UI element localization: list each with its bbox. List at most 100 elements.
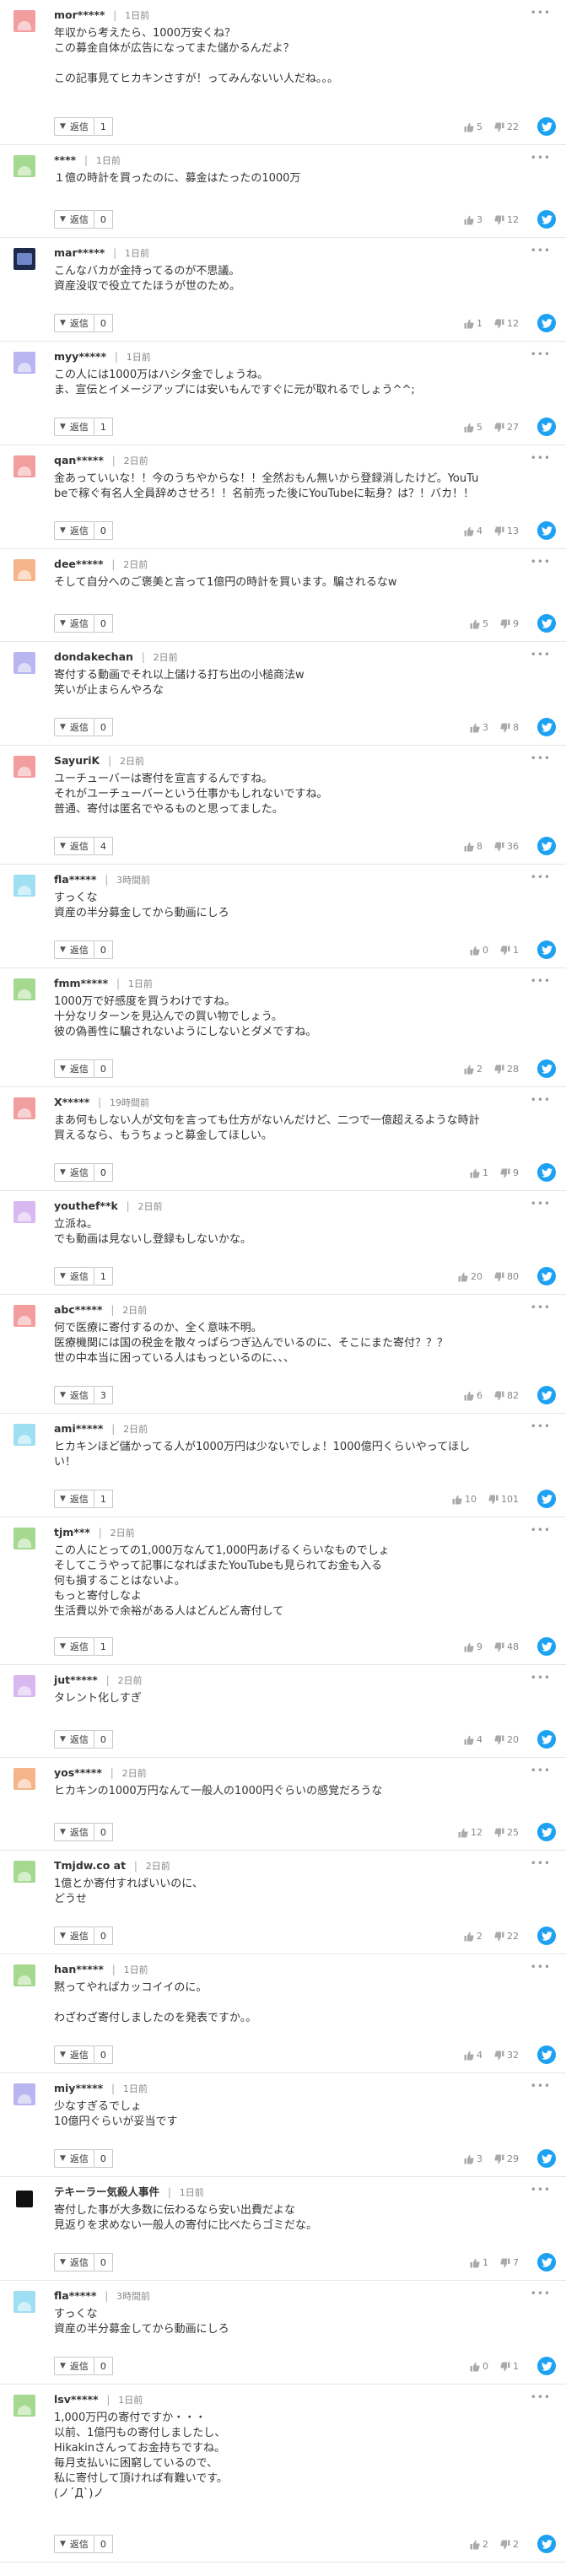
twitter-share-button[interactable]: [537, 614, 556, 633]
more-options-icon[interactable]: •••: [531, 245, 551, 256]
dislike-button[interactable]: 48: [494, 1641, 519, 1652]
reply-button[interactable]: ▼ 返信: [54, 314, 94, 332]
like-button[interactable]: 1: [470, 2257, 488, 2268]
twitter-share-button[interactable]: [537, 1637, 556, 1656]
more-options-icon[interactable]: •••: [531, 871, 551, 883]
more-options-icon[interactable]: •••: [531, 556, 551, 568]
like-button[interactable]: 5: [470, 618, 488, 629]
reply-button[interactable]: ▼ 返信: [54, 117, 94, 136]
more-options-icon[interactable]: •••: [531, 7, 551, 19]
username[interactable]: yos*****: [54, 1766, 102, 1779]
username[interactable]: fla*****: [54, 2289, 96, 2302]
more-options-icon[interactable]: •••: [531, 1198, 551, 1210]
dislike-button[interactable]: 20: [494, 1734, 519, 1745]
username[interactable]: ****: [54, 154, 76, 166]
username[interactable]: lsv*****: [54, 2393, 99, 2406]
username[interactable]: ami*****: [54, 1422, 103, 1435]
twitter-share-button[interactable]: [537, 837, 556, 855]
like-button[interactable]: 1: [464, 318, 482, 329]
more-options-icon[interactable]: •••: [531, 1524, 551, 1536]
user-avatar[interactable]: [13, 352, 35, 374]
username[interactable]: jut*****: [54, 1673, 98, 1686]
twitter-share-button[interactable]: [537, 2149, 556, 2168]
reply-button[interactable]: ▼ 返信: [54, 940, 94, 959]
user-avatar[interactable]: [13, 1861, 35, 1883]
dislike-button[interactable]: 29: [494, 2153, 519, 2164]
username[interactable]: youthef**k: [54, 1199, 118, 1212]
more-options-icon[interactable]: •••: [531, 1672, 551, 1684]
more-options-icon[interactable]: •••: [531, 1420, 551, 1432]
dislike-button[interactable]: 2: [500, 2539, 519, 2550]
username[interactable]: qan*****: [54, 454, 104, 466]
more-options-icon[interactable]: •••: [531, 1961, 551, 1973]
more-options-icon[interactable]: •••: [531, 649, 551, 660]
more-options-icon[interactable]: •••: [531, 1857, 551, 1869]
dislike-button[interactable]: 32: [494, 2050, 519, 2061]
twitter-share-button[interactable]: [537, 1927, 556, 1945]
like-button[interactable]: 10: [452, 1494, 477, 1505]
more-options-icon[interactable]: •••: [531, 348, 551, 360]
username[interactable]: myy*****: [54, 350, 106, 363]
like-button[interactable]: 0: [470, 945, 488, 956]
like-button[interactable]: 20: [458, 1271, 482, 1282]
reply-button[interactable]: ▼ 返信: [54, 2149, 94, 2168]
username[interactable]: fla*****: [54, 873, 96, 886]
twitter-share-button[interactable]: [537, 1386, 556, 1404]
user-avatar[interactable]: [16, 2191, 33, 2207]
username[interactable]: fmm*****: [54, 977, 108, 989]
user-avatar[interactable]: [13, 1768, 35, 1790]
username[interactable]: Tmjdw.co at: [54, 1859, 126, 1872]
user-avatar[interactable]: [13, 248, 35, 270]
twitter-share-button[interactable]: [537, 2253, 556, 2272]
user-avatar[interactable]: [13, 155, 35, 177]
dislike-button[interactable]: 12: [494, 318, 519, 329]
user-avatar[interactable]: [13, 2395, 35, 2417]
reply-button[interactable]: ▼ 返信: [54, 2045, 94, 2064]
like-button[interactable]: 4: [464, 2050, 482, 2061]
dislike-button[interactable]: 36: [494, 841, 519, 852]
reply-button[interactable]: ▼ 返信: [54, 614, 94, 633]
user-avatar[interactable]: [13, 756, 35, 778]
user-avatar[interactable]: [13, 455, 35, 477]
reply-button[interactable]: ▼ 返信: [54, 718, 94, 736]
dislike-button[interactable]: 8: [500, 722, 519, 733]
dislike-button[interactable]: 7: [500, 2257, 519, 2268]
reply-button[interactable]: ▼ 返信: [54, 837, 94, 855]
user-avatar[interactable]: [13, 1097, 35, 1119]
like-button[interactable]: 3: [470, 722, 488, 733]
dislike-button[interactable]: 13: [494, 525, 519, 536]
dislike-button[interactable]: 9: [500, 618, 519, 629]
user-avatar[interactable]: [13, 1528, 35, 1549]
dislike-button[interactable]: 1: [500, 2361, 519, 2372]
reply-button[interactable]: ▼ 返信: [54, 2357, 94, 2375]
dislike-button[interactable]: 9: [500, 1167, 519, 1178]
user-avatar[interactable]: [13, 10, 35, 32]
like-button[interactable]: 0: [470, 2361, 488, 2372]
like-button[interactable]: 8: [464, 841, 482, 852]
like-button[interactable]: 2: [464, 1064, 482, 1075]
twitter-share-button[interactable]: [537, 1267, 556, 1285]
username[interactable]: テキーラー気殺人事件: [54, 2185, 159, 2198]
more-options-icon[interactable]: •••: [531, 975, 551, 987]
reply-button[interactable]: ▼ 返信: [54, 2535, 94, 2553]
user-avatar[interactable]: [13, 2291, 35, 2313]
dislike-button[interactable]: 101: [488, 1494, 519, 1505]
like-button[interactable]: 9: [464, 1641, 482, 1652]
dislike-button[interactable]: 22: [494, 1931, 519, 1942]
like-button[interactable]: 5: [464, 121, 482, 132]
twitter-share-button[interactable]: [537, 718, 556, 736]
twitter-share-button[interactable]: [537, 940, 556, 959]
twitter-share-button[interactable]: [537, 2045, 556, 2064]
user-avatar[interactable]: [13, 1964, 35, 1986]
username[interactable]: mor*****: [54, 8, 105, 21]
twitter-share-button[interactable]: [537, 117, 556, 136]
user-avatar[interactable]: [13, 1424, 35, 1446]
like-button[interactable]: 1: [470, 1167, 488, 1178]
twitter-share-button[interactable]: [537, 418, 556, 436]
reply-button[interactable]: ▼ 返信: [54, 1823, 94, 1841]
user-avatar[interactable]: [13, 2083, 35, 2105]
more-options-icon[interactable]: •••: [531, 2288, 551, 2299]
twitter-share-button[interactable]: [537, 1823, 556, 1841]
dislike-button[interactable]: 27: [494, 422, 519, 433]
reply-button[interactable]: ▼ 返信: [54, 521, 94, 540]
